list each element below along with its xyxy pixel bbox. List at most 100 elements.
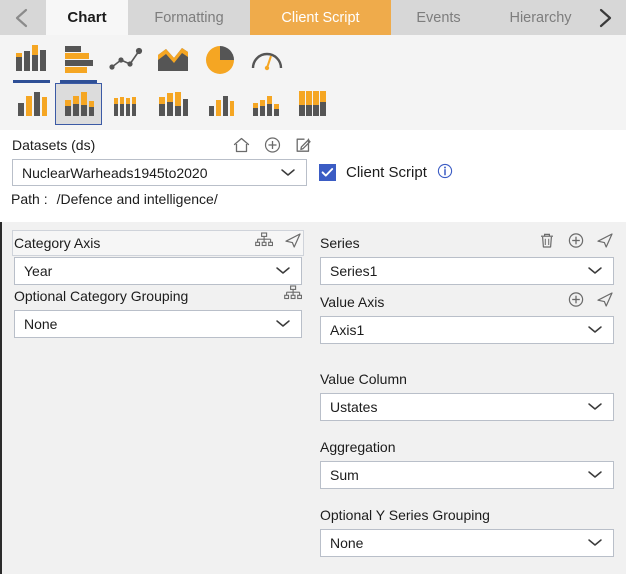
- chevron-down-icon: [585, 399, 605, 415]
- column-chart-icon[interactable]: [8, 39, 55, 83]
- chevron-down-icon: [273, 263, 293, 279]
- optional-y-series-grouping-header: Optional Y Series Grouping: [320, 503, 614, 527]
- tab-formatting[interactable]: Formatting: [128, 0, 250, 35]
- client-script-label: Client Script: [346, 164, 427, 181]
- chevron-down-icon: [585, 263, 605, 279]
- category-axis-select[interactable]: Year: [14, 257, 302, 285]
- chart-type-selector: [0, 35, 626, 130]
- stacked-column-thin-icon[interactable]: [102, 83, 149, 125]
- hierarchy-icon[interactable]: [255, 232, 274, 252]
- category-axis-value: Year: [24, 263, 53, 279]
- optional-category-grouping-value: None: [24, 316, 58, 332]
- optional-category-grouping-header: Optional Category Grouping: [14, 284, 303, 308]
- value-axis-value: Axis1: [330, 322, 365, 338]
- send-icon[interactable]: [596, 232, 614, 252]
- value-axis-header: Value Axis: [320, 290, 614, 314]
- client-script-toggle-row: Client Script: [319, 163, 453, 182]
- category-axis-header: Category Axis: [14, 231, 302, 255]
- category-axis-actions: [255, 232, 302, 252]
- value-axis-field: Value Axis Axis1: [320, 290, 614, 344]
- series-select[interactable]: Series1: [320, 257, 614, 285]
- datasets-section: Datasets (ds) NuclearWarheads1945to2020 …: [0, 130, 626, 222]
- tab-chart-label: Chart: [67, 9, 107, 26]
- aggregation-select[interactable]: Sum: [320, 461, 614, 489]
- send-icon[interactable]: [596, 291, 614, 311]
- grouped-column-icon[interactable]: [8, 83, 55, 125]
- aggregation-field: Aggregation Sum: [320, 435, 614, 489]
- client-script-checkbox[interactable]: [319, 164, 336, 181]
- tab-scroll-right-button[interactable]: [581, 0, 626, 35]
- chevron-down-icon: [585, 535, 605, 551]
- optional-y-series-grouping-field: Optional Y Series Grouping None: [320, 503, 614, 557]
- series-header: Series: [320, 231, 614, 255]
- stacked-column-icon[interactable]: [55, 83, 102, 125]
- add-circle-icon[interactable]: [567, 232, 585, 252]
- value-axis-select[interactable]: Axis1: [320, 316, 614, 344]
- tab-client-script[interactable]: Client Script: [250, 0, 391, 35]
- category-axis-field: Category Axis Year: [14, 231, 302, 285]
- aggregation-value: Sum: [330, 467, 359, 483]
- dataset-path-value: /Defence and intelligence/: [56, 191, 218, 207]
- chart-properties-panel: Chart Formatting Client Script Events Hi…: [0, 0, 626, 574]
- pie-chart-icon[interactable]: [196, 39, 243, 81]
- stacked-column-mixed-icon[interactable]: [243, 83, 290, 125]
- edit-icon[interactable]: [294, 136, 313, 157]
- chart-type-row-primary: [8, 39, 290, 83]
- dataset-select[interactable]: NuclearWarheads1945to2020: [12, 159, 307, 186]
- tab-client-script-label: Client Script: [281, 9, 360, 26]
- hierarchy-icon[interactable]: [284, 285, 303, 305]
- stacked-column-wide-icon[interactable]: [149, 83, 196, 125]
- column-small-icon[interactable]: [196, 83, 243, 125]
- add-circle-icon[interactable]: [567, 291, 585, 311]
- chevron-left-icon: [13, 7, 33, 29]
- datasets-actions: [232, 136, 313, 157]
- optional-category-grouping-actions: [284, 285, 303, 305]
- aggregation-label: Aggregation: [320, 439, 396, 455]
- dataset-path: Path : /Defence and intelligence/: [11, 191, 218, 207]
- chevron-down-icon: [585, 322, 605, 338]
- value-column-select[interactable]: Ustates: [320, 393, 614, 421]
- category-panel: Category Axis Year Optional Category Gro…: [0, 222, 312, 574]
- tab-chart[interactable]: Chart: [46, 0, 128, 35]
- value-column-header: Value Column: [320, 367, 614, 391]
- optional-y-series-grouping-value: None: [330, 535, 364, 551]
- dataset-select-value: NuclearWarheads1945to2020: [22, 164, 208, 181]
- send-icon[interactable]: [284, 232, 302, 252]
- add-circle-icon[interactable]: [263, 136, 282, 157]
- gauge-chart-icon[interactable]: [243, 39, 290, 81]
- series-panel: Series Series1 Value Axis Axis1 Value Co…: [312, 222, 626, 574]
- series-field: Series Series1: [320, 231, 614, 285]
- line-chart-icon[interactable]: [102, 39, 149, 81]
- optional-y-series-grouping-label: Optional Y Series Grouping: [320, 507, 490, 523]
- optional-y-series-grouping-select[interactable]: None: [320, 529, 614, 557]
- chevron-down-icon: [278, 165, 298, 181]
- aggregation-header: Aggregation: [320, 435, 614, 459]
- tab-scroll-left-button[interactable]: [0, 0, 46, 35]
- series-actions: [538, 232, 614, 252]
- series-value: Series1: [330, 263, 378, 279]
- optional-category-grouping-label: Optional Category Grouping: [14, 288, 189, 304]
- category-axis-label: Category Axis: [14, 235, 101, 251]
- stacked-column-tall-icon[interactable]: [290, 83, 337, 125]
- tab-bar: Chart Formatting Client Script Events Hi…: [0, 0, 626, 35]
- tab-hierarchy-label: Hierarchy: [509, 9, 572, 26]
- chart-type-row-variants: [8, 83, 337, 125]
- delete-icon[interactable]: [538, 232, 556, 252]
- value-axis-actions: [567, 291, 614, 311]
- area-chart-icon[interactable]: [149, 39, 196, 81]
- value-axis-label: Value Axis: [320, 294, 385, 310]
- tab-hierarchy[interactable]: Hierarchy: [486, 0, 581, 35]
- optional-category-grouping-select[interactable]: None: [14, 310, 302, 338]
- info-icon[interactable]: [437, 163, 453, 182]
- chevron-down-icon: [273, 316, 293, 332]
- home-icon[interactable]: [232, 136, 251, 157]
- dataset-path-label: Path :: [11, 191, 48, 207]
- chevron-right-icon: [594, 7, 614, 29]
- optional-category-grouping-field: Optional Category Grouping None: [14, 284, 303, 338]
- chevron-down-icon: [585, 467, 605, 483]
- value-column-label: Value Column: [320, 371, 407, 387]
- bar-chart-icon[interactable]: [55, 39, 102, 83]
- tab-events-label: Events: [416, 9, 461, 26]
- datasets-label: Datasets (ds): [12, 137, 96, 153]
- tab-events[interactable]: Events: [391, 0, 486, 35]
